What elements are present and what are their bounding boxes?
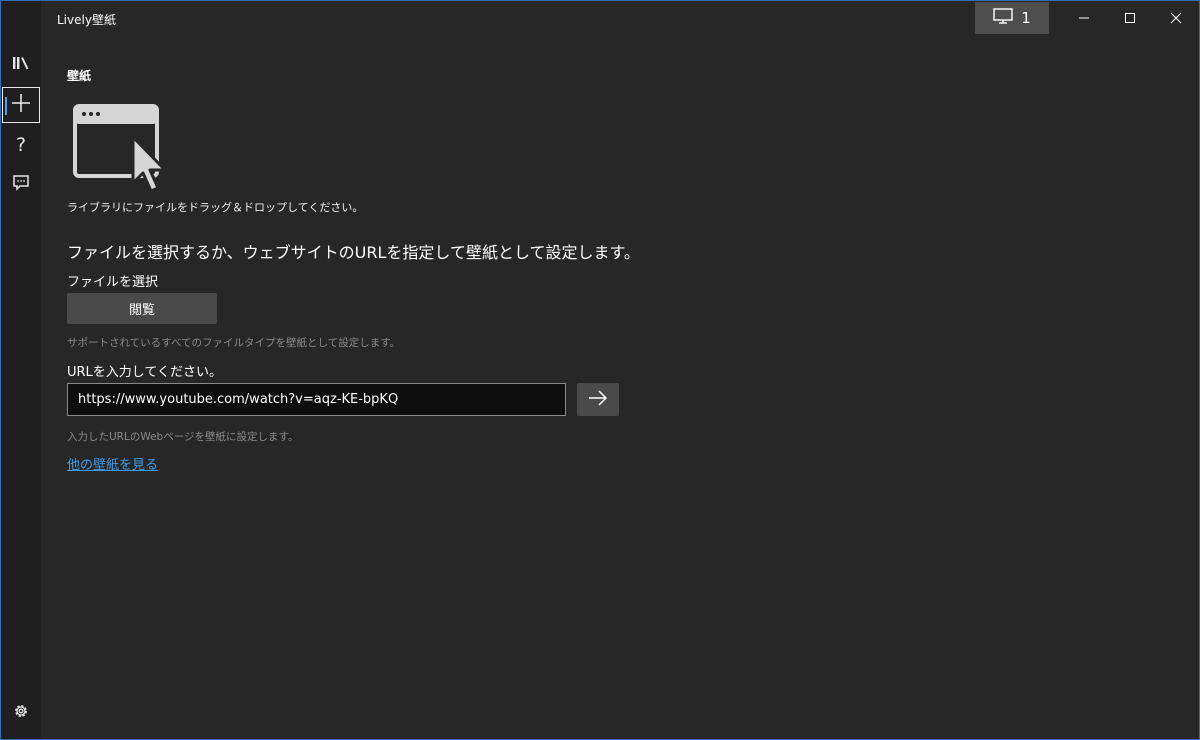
gear-icon: [12, 702, 30, 724]
monitor-icon: [993, 8, 1013, 28]
sidebar-item-feedback[interactable]: [2, 167, 40, 203]
monitor-number: 1: [1021, 9, 1031, 27]
minimize-icon: [1078, 9, 1090, 28]
url-hint: 入力したURLのWebページを壁紙に設定します。: [67, 431, 299, 443]
help-icon: ?: [15, 134, 27, 156]
sidebar: ?: [1, 1, 41, 739]
app-window: ? Lively壁紙 1 壁紙 ライブラリにファイルをドラッグ＆ドロップしてくだ…: [0, 0, 1200, 740]
page-title: 壁紙: [67, 69, 92, 83]
go-button[interactable]: [577, 383, 619, 416]
window-title: Lively壁紙: [57, 13, 116, 27]
active-indicator: [5, 97, 7, 115]
sidebar-item-library[interactable]: [2, 47, 40, 83]
close-icon: [1170, 9, 1182, 28]
drag-drop-hint: ライブラリにファイルをドラッグ＆ドロップしてください。: [67, 201, 364, 214]
settings-button[interactable]: [9, 701, 33, 725]
plus-icon: [11, 93, 31, 117]
maximize-button[interactable]: [1107, 2, 1153, 34]
browse-button[interactable]: 閲覧: [67, 293, 217, 324]
section-heading: ファイルを選択するか、ウェブサイトのURLを指定して壁紙として設定します。: [67, 243, 640, 262]
sidebar-item-help[interactable]: ?: [2, 127, 40, 163]
url-label: URLを入力してください。: [67, 365, 223, 380]
feedback-icon: [12, 174, 30, 196]
drag-drop-area[interactable]: [71, 101, 171, 200]
maximize-icon: [1124, 9, 1136, 28]
arrow-right-icon: [588, 389, 608, 410]
file-select-label: ファイルを選択: [67, 275, 159, 290]
monitor-select-button[interactable]: 1: [975, 2, 1049, 34]
minimize-button[interactable]: [1061, 2, 1107, 34]
file-hint: サポートされているすべてのファイルタイプを壁紙として設定します。: [67, 337, 401, 349]
browser-window-cursor-icon: [71, 104, 171, 200]
library-icon: [12, 55, 30, 75]
close-button[interactable]: [1153, 2, 1199, 34]
sidebar-item-add-wallpaper[interactable]: [2, 87, 40, 123]
url-input[interactable]: [67, 383, 566, 416]
more-wallpapers-link[interactable]: 他の壁紙を見る: [67, 454, 158, 473]
